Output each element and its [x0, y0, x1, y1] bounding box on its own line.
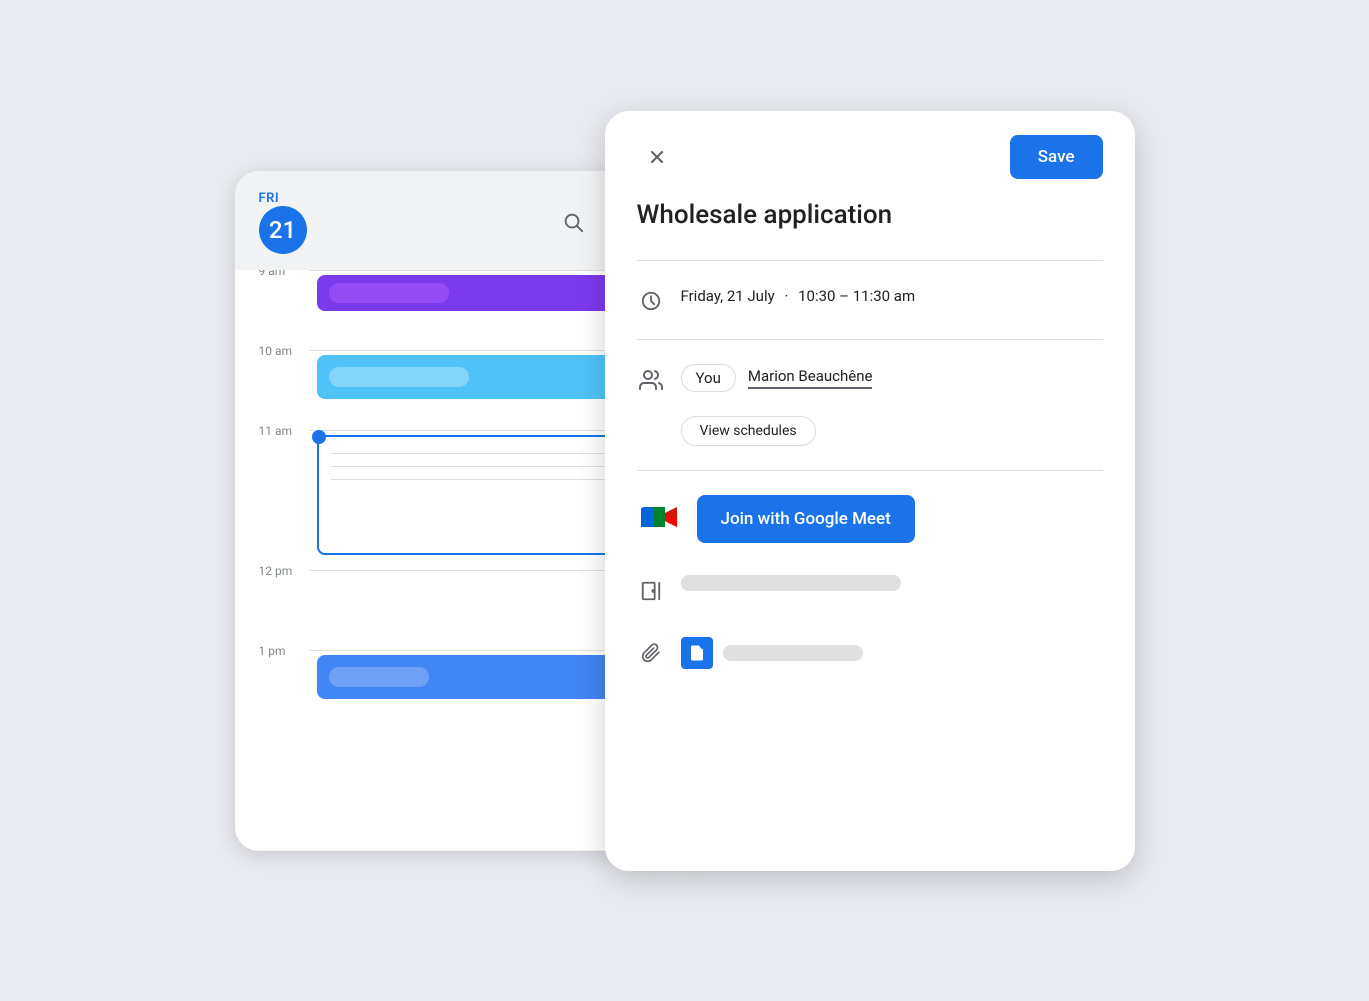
- attendee-you: You: [681, 364, 736, 392]
- attendees-row: You Marion Beauchêne View schedules: [637, 348, 1103, 462]
- time-range: 10:30 – 11:30 am: [798, 287, 915, 305]
- door-icon: [637, 577, 665, 605]
- dot-separator: ·: [784, 287, 788, 305]
- attendees-content: You Marion Beauchêne View schedules: [681, 364, 1103, 446]
- paperclip-icon: [637, 639, 665, 667]
- meet-row: Join with Google Meet: [637, 479, 1103, 559]
- time-label-1pm: 1 pm: [259, 644, 309, 658]
- divider-3: [637, 470, 1103, 471]
- search-icon[interactable]: [559, 208, 587, 236]
- time-label-10am: 10 am: [259, 344, 309, 358]
- time-label-9am: 9 am: [259, 270, 309, 278]
- day-number: 21: [259, 206, 307, 254]
- detail-card: Save Wholesale application Friday, 21 Ju…: [605, 111, 1135, 871]
- event-pill-purple: [329, 283, 449, 303]
- date-text: Friday, 21 July: [681, 287, 775, 305]
- date-display: FRI 21: [259, 191, 307, 254]
- clock-icon: [637, 287, 665, 315]
- save-button[interactable]: Save: [1010, 135, 1103, 179]
- doc-content: [681, 637, 1103, 669]
- close-button[interactable]: [637, 137, 677, 177]
- event-title: Wholesale application: [637, 199, 1103, 233]
- view-schedules-container: View schedules: [681, 404, 1103, 446]
- event-pill-blue-light: [329, 367, 469, 387]
- event-pill-blue: [329, 667, 429, 687]
- view-schedules-button[interactable]: View schedules: [681, 416, 816, 446]
- location-content: [681, 575, 1103, 591]
- selection-handle-top[interactable]: [312, 430, 326, 444]
- attachment-row: [637, 621, 1103, 685]
- meet-content: Join with Google Meet: [697, 495, 1103, 543]
- location-placeholder: [681, 575, 901, 591]
- day-of-week: FRI: [259, 191, 280, 206]
- time-content: Friday, 21 July · 10:30 – 11:30 am: [681, 285, 1103, 308]
- google-meet-icon: [637, 495, 681, 539]
- detail-header: Save: [637, 135, 1103, 179]
- people-icon: [637, 366, 665, 394]
- time-row: Friday, 21 July · 10:30 – 11:30 am: [637, 269, 1103, 331]
- doc-icon: [681, 637, 713, 669]
- location-row: [637, 559, 1103, 621]
- divider-2: [637, 339, 1103, 340]
- divider-1: [637, 260, 1103, 261]
- attendee-marion: Marion Beauchêne: [748, 367, 873, 389]
- date-time-text: Friday, 21 July · 10:30 – 11:30 am: [681, 287, 916, 305]
- time-label-11am: 11 am: [259, 424, 309, 438]
- join-meet-button[interactable]: Join with Google Meet: [697, 495, 915, 543]
- attendees-list: You Marion Beauchêne: [681, 364, 1103, 392]
- doc-placeholder: [723, 645, 863, 661]
- time-label-12pm: 12 pm: [259, 564, 309, 578]
